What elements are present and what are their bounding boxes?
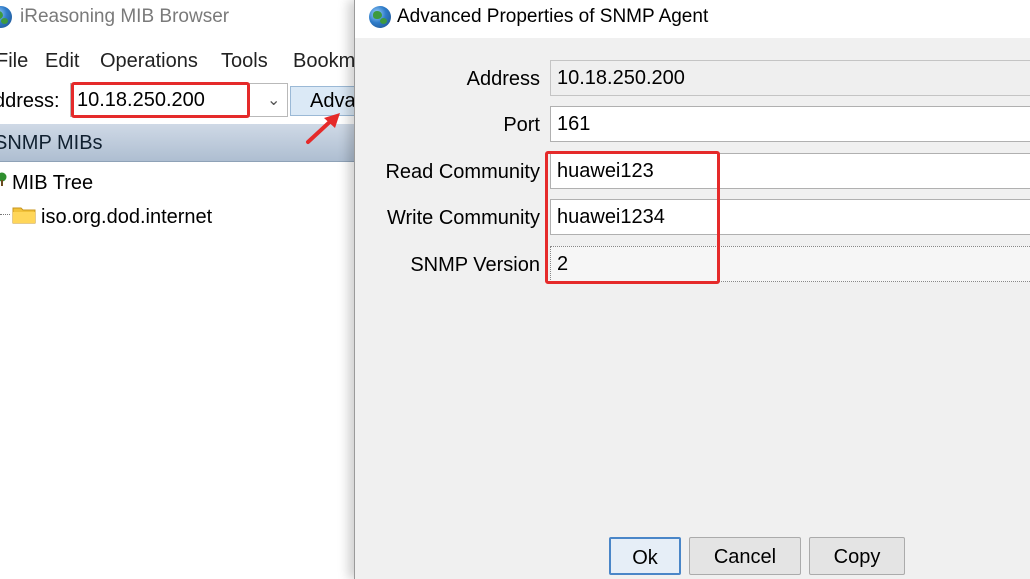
main-window-title: iReasoning MIB Browser (20, 6, 230, 27)
write-community-label: Write Community (387, 207, 540, 229)
ok-button-label: Ok (632, 547, 658, 569)
tree-icon (0, 172, 7, 186)
folder-icon (12, 207, 36, 224)
tree-child-label[interactable]: iso.org.dod.internet (41, 206, 212, 229)
snmp-mibs-title: SNMP MIBs (0, 132, 103, 154)
dialog-titlebar: Advanced Properties of SNMP Agent (355, 0, 1030, 38)
menu-edit[interactable]: Edit (45, 50, 79, 73)
menu-bookmarks[interactable]: Bookm (293, 50, 355, 73)
address-field-value: 10.18.250.200 (557, 67, 685, 89)
address-label: ddress: (0, 90, 60, 112)
cancel-button[interactable]: Cancel (689, 537, 801, 575)
menu-operations[interactable]: Operations (100, 50, 198, 73)
port-field[interactable]: 161 (550, 106, 1030, 142)
red-arrow-icon (306, 113, 340, 144)
menu-bar: File Edit Operations Tools Bookm (0, 44, 360, 78)
port-field-value: 161 (557, 113, 591, 135)
copy-button-label: Copy (833, 546, 881, 568)
advanced-properties-dialog: Advanced Properties of SNMP Agent Addres… (354, 0, 1030, 579)
snmp-version-label: SNMP Version (410, 254, 540, 276)
mib-tree: MIB Tree iso.org.dod.internet (0, 166, 360, 579)
port-field-label: Port (503, 114, 540, 136)
address-field[interactable]: 10.18.250.200 (550, 60, 1030, 96)
menu-file[interactable]: File (0, 50, 28, 73)
main-titlebar: iReasoning MIB Browser (0, 0, 360, 36)
read-community-label: Read Community (385, 161, 540, 183)
address-field-label: Address (466, 68, 540, 90)
cancel-button-label: Cancel (713, 546, 777, 568)
dialog-title: Advanced Properties of SNMP Agent (397, 6, 709, 27)
chevron-down-icon[interactable]: ⌄ (267, 90, 280, 110)
menu-tools[interactable]: Tools (221, 50, 268, 73)
ok-button[interactable]: Ok (609, 537, 681, 575)
tree-connector (0, 214, 10, 216)
copy-button[interactable]: Copy (809, 537, 905, 575)
globe-icon (0, 6, 12, 28)
globe-icon (369, 6, 391, 28)
highlight-box-credentials (545, 151, 720, 284)
highlight-box-address (71, 82, 250, 118)
tree-root-label[interactable]: MIB Tree (12, 172, 93, 195)
